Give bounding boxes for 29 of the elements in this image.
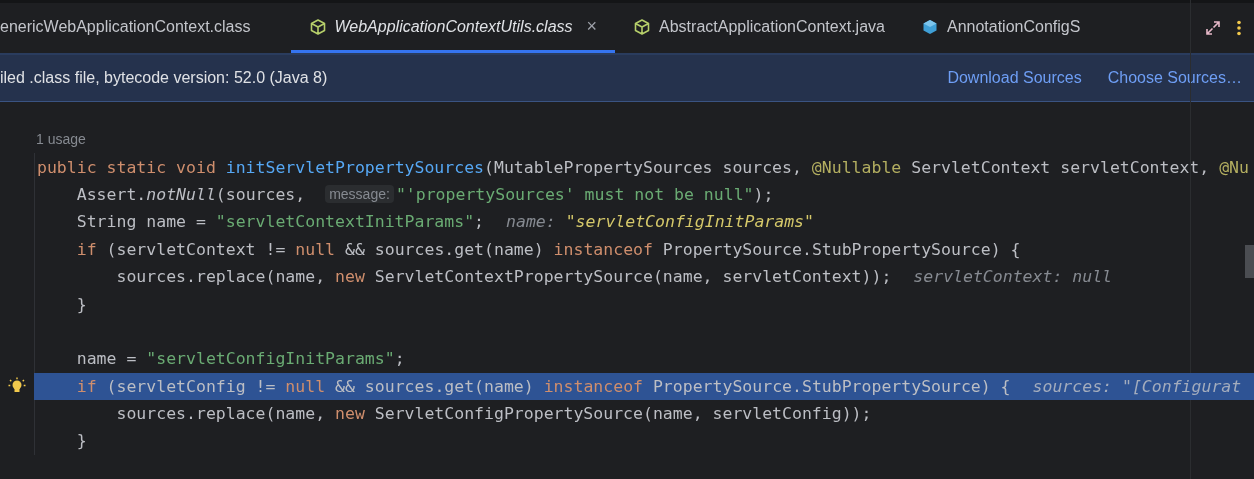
code-text: sources.replace(name, new ServletContextPropertySource(name, servletContext)); xyxy=(115,267,892,287)
banner-link[interactable]: Download Sources xyxy=(947,69,1082,87)
code-text: name = "servletConfigInitParams"; xyxy=(75,349,405,369)
code-text: String name = "servletContextInitParams"; xyxy=(75,212,485,232)
editor-tab[interactable]: AbstractApplicationContext.java xyxy=(615,3,903,53)
code-text: if (servletConfig != null && sources.get(name) instanceof PropertySource.StubPropertySource) { xyxy=(75,376,1011,396)
code-text: } xyxy=(75,431,87,451)
banner-text: iled .class file, bytecode version: 52.0 (Java 8) xyxy=(0,69,329,87)
inline-debug-value: sources: "[Configurat xyxy=(1032,376,1242,396)
cube-icon xyxy=(308,17,327,36)
inline-debug-value: servletContext: null xyxy=(913,267,1113,287)
parameter-hint: message: xyxy=(325,185,394,204)
code-text: public static void initServletPropertySources(MutablePropertySources sources, @Nullable ServletContext servletContext, @Nu xyxy=(37,157,1249,177)
usage-hint[interactable]: 1 usage xyxy=(0,126,1254,154)
editor-tab[interactable]: enericWebApplicationContext.class xyxy=(0,3,291,53)
code-text: Assert.notNull(sources, xyxy=(75,184,307,204)
expand-icon[interactable] xyxy=(1204,19,1222,37)
code-text: sources.replace(name, new ServletConfigPropertySource(name, servletConfig)); xyxy=(115,404,872,424)
code-text: "'propertySources' must not be null"); xyxy=(395,184,774,204)
scrollbar-thumb[interactable] xyxy=(1245,245,1254,278)
close-tab-button[interactable]: × xyxy=(586,16,598,37)
code-text: if (servletContext != null && sources.get(name) instanceof PropertySource.StubPropertySource) { xyxy=(75,239,1021,259)
code-text: } xyxy=(75,294,87,314)
inline-debug-value: name: "servletConfigInitParams" xyxy=(506,212,814,232)
more-options-icon[interactable] xyxy=(1236,19,1242,37)
editor-tab[interactable]: AnnotationConfigS xyxy=(902,3,1099,53)
banner-link[interactable]: Choose Sources… xyxy=(1107,69,1242,87)
cube-icon xyxy=(920,17,939,36)
cube-icon xyxy=(633,17,652,36)
